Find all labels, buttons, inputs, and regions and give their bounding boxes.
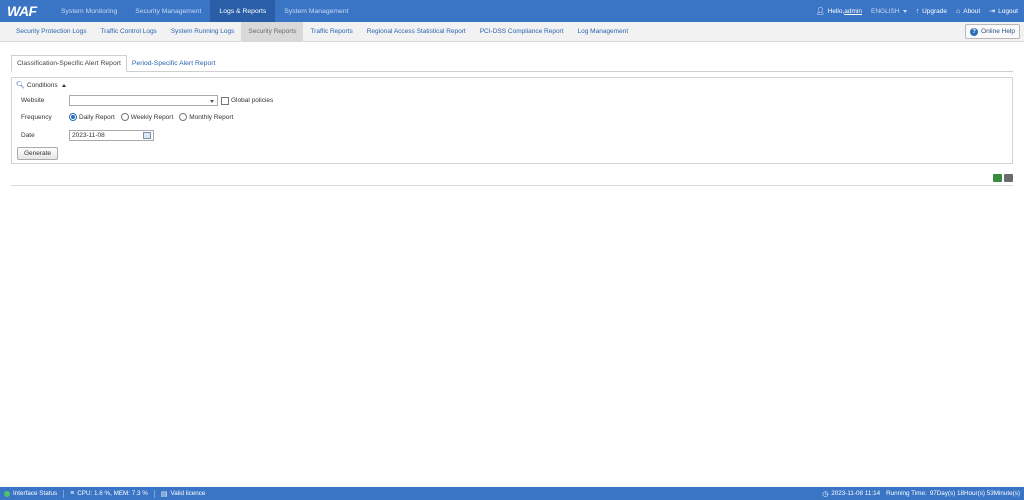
logout-label: Logout xyxy=(998,7,1018,15)
nav-logs-reports[interactable]: Logs & Reports xyxy=(210,0,276,22)
separator xyxy=(63,489,65,498)
tab-period-alert-report[interactable]: Period-Specific Alert Report xyxy=(127,55,221,72)
website-label: Website xyxy=(21,97,45,104)
conditions-title: Conditions xyxy=(26,81,58,89)
weekly-report-label: Weekly Report xyxy=(130,113,174,121)
cpu-mem-text: CPU: 1.6 %, MEM: 7.3 % xyxy=(77,490,148,497)
divider xyxy=(11,185,1013,186)
main-nav: System Monitoring Security Management Lo… xyxy=(52,0,358,22)
global-policies-checkbox[interactable] xyxy=(221,96,229,105)
tab-classification-alert-report[interactable]: Classification-Specific Alert Report xyxy=(11,55,127,72)
date-label: Date xyxy=(21,132,35,139)
website-row: Website Global policies xyxy=(21,95,273,106)
website-select[interactable] xyxy=(69,95,218,106)
user-menu: 👤︎ Hello, admin ENGLISH ↑ Upgrade ⌂ Abou… xyxy=(807,0,1024,22)
collapse-icon xyxy=(61,83,66,87)
radio-monthly-report[interactable]: Monthly Report xyxy=(179,113,233,121)
subnav-regional-access-report[interactable]: Regional Access Statistical Report xyxy=(360,22,473,41)
running-time-status: Running Time: 97Day(s) 18Hour(s) 53Minut… xyxy=(886,490,1020,497)
status-bar: Interface Status ≡ CPU: 1.6 %, MEM: 7.3 … xyxy=(0,487,1024,500)
datetime-status: ◷ 2023-11-08 11:14 xyxy=(822,490,880,498)
running-time-label: Running Time: xyxy=(886,490,927,497)
top-navbar: WAF System Monitoring Security Managemen… xyxy=(0,0,1024,22)
interface-status-label: Interface Status xyxy=(13,490,58,497)
subnav-system-running-logs[interactable]: System Running Logs xyxy=(164,22,242,41)
date-value: 2023-11-08 xyxy=(72,132,105,139)
subnav-log-management[interactable]: Log Management xyxy=(571,22,636,41)
datetime-text: 2023-11-08 11:14 xyxy=(831,490,881,497)
logout-link[interactable]: ⇥ Logout xyxy=(989,7,1018,16)
subnav-pci-dss-report[interactable]: PCI-DSS Compliance Report xyxy=(473,22,571,41)
chevron-down-icon xyxy=(902,9,907,13)
about-link[interactable]: ⌂ About xyxy=(956,8,980,15)
conditions-panel: 🔍︎ Conditions Website Global policies Fr… xyxy=(11,77,1013,164)
chart-icon: ≡ xyxy=(70,490,75,497)
language-label: ENGLISH xyxy=(871,7,900,15)
subnav-traffic-control-logs[interactable]: Traffic Control Logs xyxy=(93,22,163,41)
cpu-mem-status: ≡ CPU: 1.6 %, MEM: 7.3 % xyxy=(70,490,148,497)
nav-security-management[interactable]: Security Management xyxy=(126,0,210,22)
logout-icon: ⇥ xyxy=(989,8,996,15)
report-tabs: Classification-Specific Alert Report Per… xyxy=(11,55,1013,72)
upgrade-icon: ↑ xyxy=(915,7,920,15)
subnav-traffic-reports[interactable]: Traffic Reports xyxy=(303,22,359,41)
subnav-security-protection-logs[interactable]: Security Protection Logs xyxy=(9,22,93,41)
hello-text: Hello, xyxy=(827,7,845,15)
language-select[interactable]: ENGLISH xyxy=(871,8,907,15)
export-excel-icon[interactable] xyxy=(993,174,1002,182)
user-icon: 👤︎ xyxy=(815,8,825,15)
calendar-icon[interactable] xyxy=(143,132,151,139)
global-policies-label: Global policies xyxy=(231,97,274,104)
licence-icon: ▤ xyxy=(160,490,168,498)
about-icon: ⌂ xyxy=(956,7,961,15)
clock-icon: ◷ xyxy=(822,490,829,498)
radio-weekly-report[interactable]: Weekly Report xyxy=(120,113,174,121)
online-help-label: Online Help xyxy=(981,28,1015,35)
export-toolbar xyxy=(991,174,1013,182)
online-help-button[interactable]: ? Online Help xyxy=(965,24,1020,39)
licence-status[interactable]: ▤ Valid licence xyxy=(161,490,206,498)
licence-text: Valid licence xyxy=(170,490,206,497)
date-row: Date 2023-11-08 xyxy=(21,130,154,141)
date-input[interactable]: 2023-11-08 xyxy=(69,130,154,141)
chevron-down-icon xyxy=(210,100,214,103)
status-ok-icon xyxy=(4,490,10,497)
radio-daily-indicator xyxy=(69,113,77,121)
interface-status[interactable]: Interface Status xyxy=(4,490,57,497)
about-label: About xyxy=(963,7,981,15)
generate-button[interactable]: Generate xyxy=(17,147,58,160)
upgrade-label: Upgrade xyxy=(922,7,947,15)
nav-system-management[interactable]: System Management xyxy=(275,0,357,22)
sub-navbar: Security Protection Logs Traffic Control… xyxy=(0,22,1024,42)
frequency-label: Frequency xyxy=(21,113,52,121)
monthly-report-label: Monthly Report xyxy=(189,113,234,121)
frequency-row: Frequency Daily Report Weekly Report Mon… xyxy=(21,113,239,121)
subnav-security-reports[interactable]: Security Reports xyxy=(241,22,304,41)
username-link[interactable]: admin xyxy=(844,8,862,15)
daily-report-label: Daily Report xyxy=(79,113,115,121)
help-icon: ? xyxy=(970,27,979,36)
radio-monthly-indicator xyxy=(179,113,188,121)
status-right: ◷ 2023-11-08 11:14 Running Time: 97Day(s… xyxy=(822,490,1020,498)
conditions-toggle[interactable]: 🔍︎ Conditions xyxy=(16,81,66,89)
radio-weekly-indicator xyxy=(120,113,129,121)
print-icon[interactable] xyxy=(1004,174,1013,182)
search-icon: 🔍︎ xyxy=(16,82,25,89)
app-logo: WAF xyxy=(7,3,37,19)
user-greeting: 👤︎ Hello, admin xyxy=(815,7,862,16)
nav-system-monitoring[interactable]: System Monitoring xyxy=(52,0,126,22)
running-time-value: 97Day(s) 18Hour(s) 53Minute(s) xyxy=(929,490,1020,497)
upgrade-link[interactable]: ↑ Upgrade xyxy=(916,8,947,15)
separator xyxy=(153,489,155,498)
radio-daily-report[interactable]: Daily Report xyxy=(69,113,115,121)
